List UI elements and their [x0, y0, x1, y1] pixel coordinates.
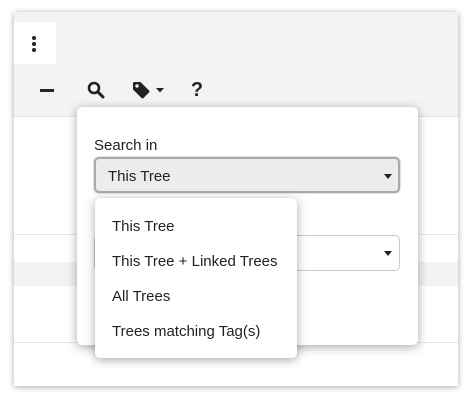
tag-icon [132, 82, 149, 99]
overflow-menu-button[interactable] [14, 22, 56, 64]
top-bar [14, 12, 458, 64]
option-this-tree-linked[interactable]: This Tree + Linked Trees [112, 253, 278, 270]
chevron-down-icon [384, 251, 392, 256]
search-button[interactable] [84, 76, 108, 104]
option-this-tree[interactable]: This Tree [112, 218, 175, 235]
search-scope-select[interactable]: This Tree [94, 157, 400, 193]
option-trees-matching-tags[interactable]: Trees matching Tag(s) [112, 323, 260, 340]
minus-icon [40, 88, 54, 92]
chevron-down-icon [155, 88, 164, 93]
option-all-trees[interactable]: All Trees [112, 288, 170, 305]
search-scope-value: This Tree [108, 168, 171, 185]
chevron-down-icon [384, 174, 392, 179]
kebab-vertical-icon [32, 36, 36, 52]
app-window: ? Search in This Tree This Tree This Tre… [14, 12, 458, 386]
help-button[interactable]: ? [186, 76, 208, 104]
search-in-label: Search in [94, 137, 158, 154]
help-icon: ? [190, 79, 204, 101]
search-icon [87, 81, 105, 99]
search-scope-dropdown: This Tree This Tree + Linked Trees All T… [95, 198, 297, 358]
collapse-button[interactable] [36, 76, 58, 104]
tag-dropdown-button[interactable] [128, 76, 168, 104]
